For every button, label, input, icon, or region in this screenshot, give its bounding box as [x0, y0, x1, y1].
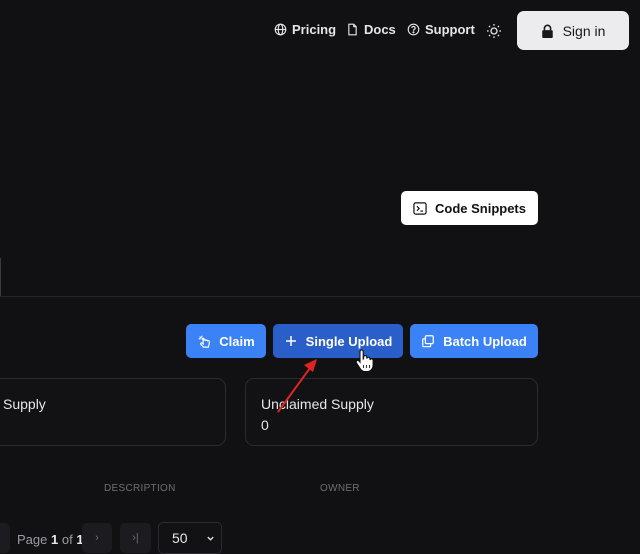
page-prefix: Page: [17, 532, 48, 547]
pager-prev-button[interactable]: [0, 523, 10, 553]
unclaimed-supply-value: 0: [261, 417, 269, 433]
unclaimed-supply-label: Unclaimed Supply: [261, 396, 374, 412]
annotation-arrow: [277, 359, 317, 413]
nav-docs-label: Docs: [364, 22, 396, 37]
chevron-last-icon: ›|: [132, 532, 139, 544]
single-upload-button[interactable]: Single Upload: [273, 324, 403, 358]
supply-card: Supply: [0, 378, 226, 446]
sign-in-button[interactable]: Sign in: [517, 11, 629, 50]
unclaimed-supply-card: Unclaimed Supply 0: [245, 378, 538, 446]
single-upload-label: Single Upload: [305, 333, 393, 349]
code-snippets-button[interactable]: Code Snippets: [401, 191, 538, 225]
terminal-icon: [413, 201, 427, 215]
batch-upload-button[interactable]: Batch Upload: [410, 324, 538, 358]
supply-label: Supply: [3, 396, 46, 412]
page-of: of: [61, 532, 73, 547]
batch-upload-label: Batch Upload: [443, 333, 527, 349]
column-header-description[interactable]: DESCRIPTION: [104, 483, 176, 494]
pager-next-button[interactable]: ›: [82, 523, 112, 553]
plus-icon: [285, 336, 296, 346]
code-snippets-label: Code Snippets: [434, 200, 526, 216]
page-size-value: 50: [172, 530, 188, 546]
nav-pricing-label: Pricing: [292, 22, 337, 37]
page-indicator: Page 1 of 1: [17, 532, 84, 547]
claim-label: Claim: [219, 333, 255, 349]
nav-pricing-link[interactable]: Pricing: [274, 22, 336, 37]
hand-pointer-icon: [199, 335, 211, 348]
page-size-select[interactable]: 50: [158, 522, 222, 554]
section-divider: [0, 296, 640, 297]
chevron-right-icon: ›: [95, 532, 99, 544]
nav-docs-link[interactable]: Docs: [346, 22, 396, 37]
copy-icon: [422, 335, 434, 348]
sign-in-label: Sign in: [562, 22, 606, 39]
page-current: 1: [51, 532, 59, 547]
panel-edge: [0, 258, 1, 296]
nav-support-label: Support: [425, 22, 475, 37]
sun-icon[interactable]: [486, 23, 502, 39]
lock-icon: [541, 24, 553, 38]
claim-button[interactable]: Claim: [186, 324, 266, 358]
globe-icon: [274, 23, 287, 36]
chevron-down-icon: [206, 536, 214, 541]
column-header-owner[interactable]: OWNER: [320, 483, 360, 494]
document-icon: [348, 23, 357, 36]
nav-support-link[interactable]: Support: [407, 22, 475, 37]
pager-last-button[interactable]: ›|: [120, 523, 151, 553]
hand-cursor-icon: [355, 349, 374, 373]
help-circle-icon: [407, 23, 420, 36]
